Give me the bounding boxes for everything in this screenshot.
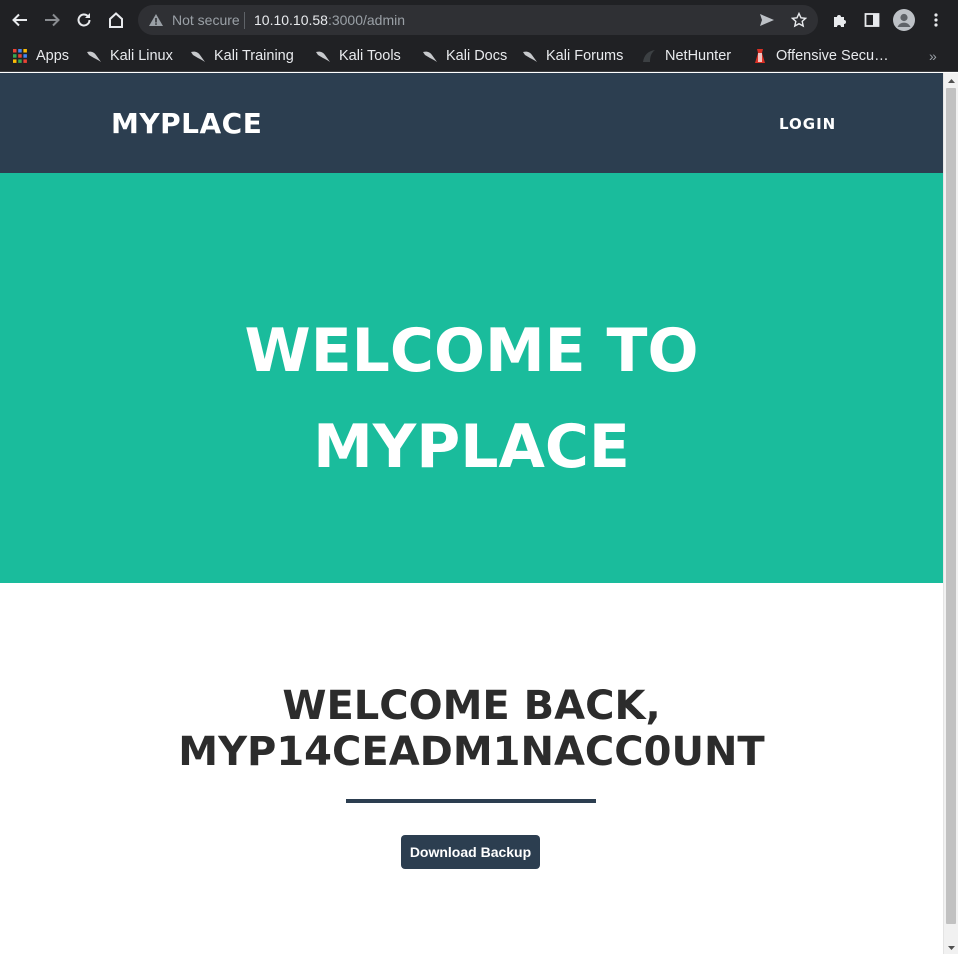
offsec-icon — [752, 48, 768, 64]
bookmark-label: Kali Linux — [110, 48, 173, 64]
bookmark-kali-tools[interactable]: Kali Tools — [315, 44, 401, 68]
scrollbar-thumb[interactable] — [946, 88, 956, 924]
bookmark-kali-linux[interactable]: Kali Linux — [86, 44, 173, 68]
login-link[interactable]: LOGIN — [779, 115, 836, 133]
download-backup-button[interactable]: Download Backup — [401, 835, 540, 869]
hero-title: WELCOME TO MYPLACE — [0, 303, 943, 495]
hero-title-line2: MYPLACE — [313, 412, 630, 482]
url-text[interactable]: 10.10.10.58:3000/admin — [254, 12, 405, 28]
bookmark-label: Kali Training — [214, 48, 294, 64]
arrow-right-icon — [45, 13, 60, 27]
bookmarks-bar: Apps Kali Linux Kali Training Kali Tools… — [0, 40, 958, 72]
nethunter-icon — [641, 48, 657, 64]
kali-dragon-icon — [315, 48, 331, 64]
welcome-username: MYP14CEADM1NACC0UNT — [178, 729, 765, 775]
warning-icon — [148, 12, 164, 33]
side-panel-button[interactable] — [860, 8, 884, 32]
home-icon — [109, 12, 123, 28]
bookmarks-overflow-chevron-icon[interactable]: » — [929, 44, 937, 68]
browser-toolbar: Not secure 10.10.10.58:3000/admin — [0, 0, 958, 40]
kali-dragon-icon — [86, 48, 102, 64]
kebab-menu-icon — [934, 13, 938, 27]
scroll-up-arrow-icon[interactable] — [944, 76, 958, 86]
bookmark-label: Offensive Secu… — [776, 48, 889, 64]
welcome-heading: WELCOME BACK, MYP14CEADM1NACC0UNT — [0, 683, 943, 775]
welcome-line1: WELCOME BACK, — [282, 683, 661, 729]
bookmark-label: Kali Tools — [339, 48, 401, 64]
puzzle-icon — [834, 15, 846, 27]
site-navbar: MYPLACE LOGIN — [0, 73, 943, 173]
send-icon[interactable] — [758, 11, 776, 29]
scroll-down-arrow-icon[interactable] — [944, 943, 958, 953]
side-panel-icon — [864, 13, 880, 27]
bookmark-kali-docs[interactable]: Kali Docs — [422, 44, 507, 68]
forward-button[interactable] — [40, 8, 64, 32]
address-bar[interactable]: Not secure 10.10.10.58:3000/admin — [138, 5, 818, 35]
url-path: :3000/admin — [327, 12, 406, 28]
bookmark-label: Apps — [36, 48, 70, 64]
page-viewport: MYPLACE LOGIN WELCOME TO MYPLACE WELCOME… — [0, 73, 943, 954]
reload-icon — [77, 13, 91, 27]
bookmark-label: Kali Forums — [546, 48, 624, 64]
url-host: 10.10.10.58 — [254, 12, 328, 28]
profile-button[interactable] — [892, 8, 916, 32]
apps-grid-icon — [12, 48, 28, 64]
site-brand[interactable]: MYPLACE — [111, 107, 262, 140]
page-scrollbar[interactable] — [943, 73, 958, 954]
back-button[interactable] — [8, 8, 32, 32]
hero-banner: WELCOME TO MYPLACE — [0, 173, 943, 583]
extensions-button[interactable] — [828, 8, 852, 32]
home-button[interactable] — [104, 8, 128, 32]
reload-button[interactable] — [72, 8, 96, 32]
bookmark-kali-forums[interactable]: Kali Forums — [522, 44, 623, 68]
kali-dragon-icon — [522, 48, 538, 64]
omnibox-divider — [244, 12, 245, 29]
bookmark-label: Kali Docs — [446, 48, 508, 64]
bookmark-kali-training[interactable]: Kali Training — [190, 44, 294, 68]
section-divider — [346, 799, 596, 803]
hero-title-line1: WELCOME TO — [244, 316, 699, 386]
menu-button[interactable] — [924, 8, 948, 32]
kali-dragon-icon — [422, 48, 438, 64]
arrow-left-icon — [12, 13, 27, 27]
bookmark-apps[interactable]: Apps — [12, 44, 69, 68]
bookmark-offensive-security[interactable]: Offensive Secu… — [752, 44, 889, 68]
bookmark-label: NetHunter — [665, 48, 732, 64]
bookmark-nethunter[interactable]: NetHunter — [641, 44, 731, 68]
bookmark-star-icon[interactable] — [790, 11, 808, 29]
kali-dragon-icon — [190, 48, 206, 64]
avatar-icon — [893, 9, 915, 31]
security-label[interactable]: Not secure — [172, 12, 240, 28]
